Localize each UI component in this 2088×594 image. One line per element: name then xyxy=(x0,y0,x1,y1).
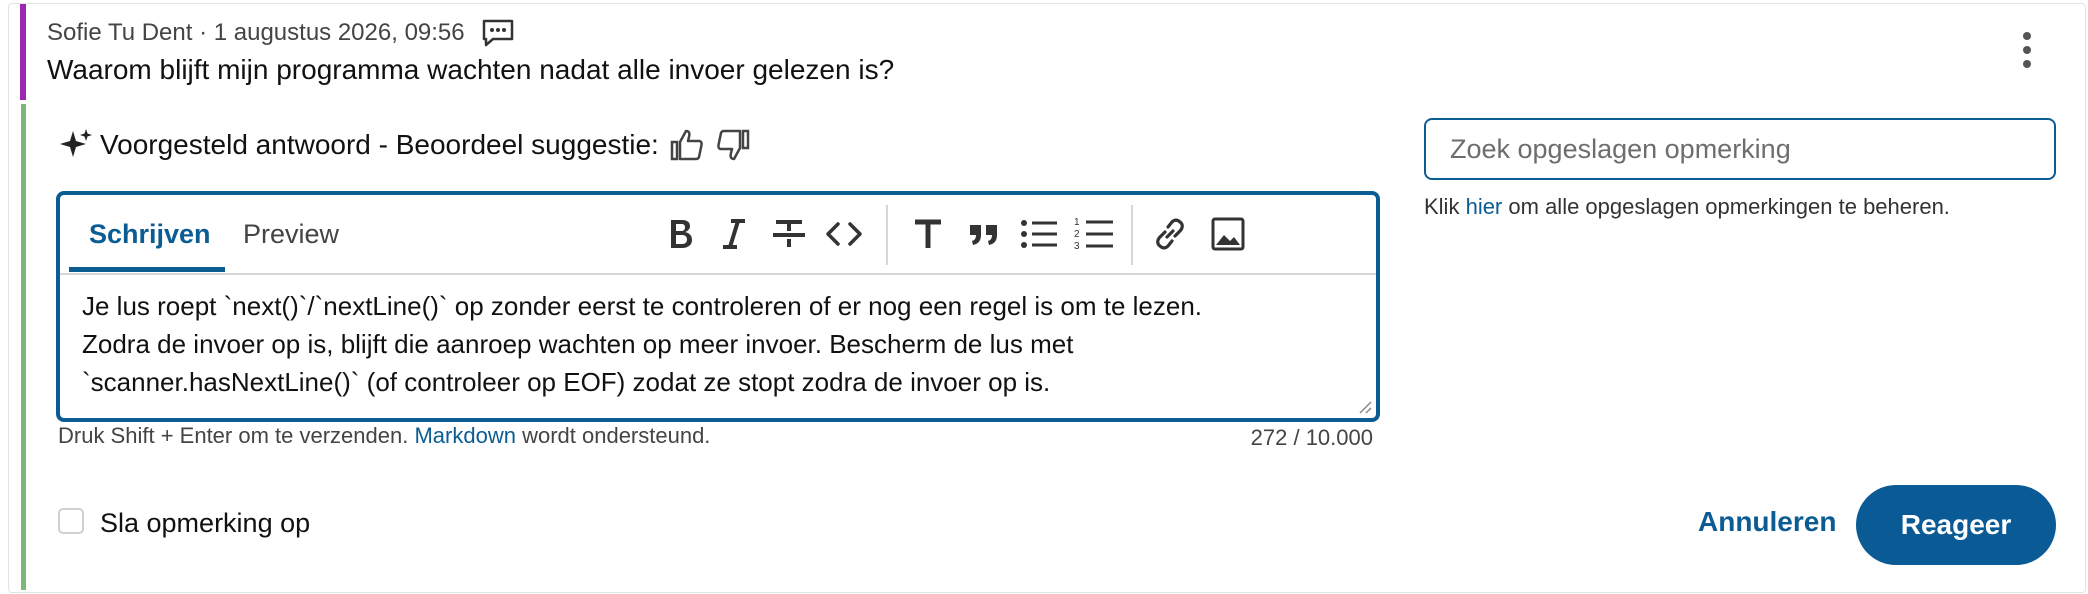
bold-icon[interactable] xyxy=(660,213,702,255)
italic-icon[interactable] xyxy=(713,213,755,255)
reply-textarea[interactable]: Je lus roept `next()`/`nextLine()` op zo… xyxy=(82,287,1352,401)
active-tab-indicator xyxy=(69,267,225,272)
strikethrough-icon[interactable] xyxy=(768,213,810,255)
reply-button[interactable]: Reageer xyxy=(1856,485,2056,565)
answer-accent-bar xyxy=(21,104,26,590)
comment-meta: Sofie Tu Dent · 1 augustus 2026, 09:56 xyxy=(47,18,515,48)
hint-text-after: wordt ondersteund. xyxy=(522,423,711,448)
markdown-link[interactable]: Markdown xyxy=(414,423,515,448)
svg-text:3: 3 xyxy=(1074,241,1080,252)
suggestion-header: Voorgesteld antwoord - Beoordeel suggest… xyxy=(58,127,751,163)
link-icon[interactable] xyxy=(1149,213,1191,255)
author-line: Sofie Tu Dent · 1 augustus 2026, 09:56 xyxy=(47,19,465,46)
sparkle-icon xyxy=(60,129,92,157)
editor-toolbar: Schrijven Preview 123 xyxy=(60,195,1376,275)
svg-text:1: 1 xyxy=(1074,217,1080,228)
tab-preview[interactable]: Preview xyxy=(243,219,339,250)
save-comment-label[interactable]: Sla opmerking op xyxy=(100,508,310,539)
reply-editor: Schrijven Preview 123 Je lus roept `next… xyxy=(56,191,1380,422)
manage-link[interactable]: hier xyxy=(1466,194,1503,219)
editor-hint: Druk Shift + Enter om te verzenden. Mark… xyxy=(58,423,710,449)
manage-text: Klik xyxy=(1424,194,1460,219)
comment-icon xyxy=(482,19,513,47)
thumbs-up-icon[interactable] xyxy=(669,127,705,163)
comment-question: Waarom blijft mijn programma wachten nad… xyxy=(47,54,895,85)
heading-icon[interactable] xyxy=(907,213,949,255)
thumbs-down-icon[interactable] xyxy=(715,127,751,163)
saved-comment-search-input[interactable] xyxy=(1424,118,2056,180)
numbered-list-icon[interactable]: 123 xyxy=(1073,213,1115,255)
toolbar-separator xyxy=(886,205,888,265)
tab-write[interactable]: Schrijven xyxy=(89,219,211,250)
resize-handle-icon[interactable] xyxy=(1358,400,1372,414)
hint-text: Druk Shift + Enter om te verzenden. xyxy=(58,423,409,448)
image-icon[interactable] xyxy=(1207,213,1249,255)
code-icon[interactable] xyxy=(823,213,865,255)
bulleted-list-icon[interactable] xyxy=(1018,213,1060,255)
character-counter: 272 / 10.000 xyxy=(1250,425,1373,450)
manage-text-after: om alle opgeslagen opmerkingen te behere… xyxy=(1508,194,1950,219)
suggestion-label: Voorgesteld antwoord - Beoordeel suggest… xyxy=(100,129,659,160)
save-comment-checkbox[interactable] xyxy=(58,508,84,534)
more-options-icon[interactable] xyxy=(2015,28,2039,72)
quote-icon[interactable] xyxy=(963,213,1005,255)
comment-accent-bar xyxy=(20,4,26,100)
cancel-button[interactable]: Annuleren xyxy=(1698,506,1836,538)
svg-text:2: 2 xyxy=(1074,229,1080,240)
toolbar-separator xyxy=(1131,205,1133,265)
manage-saved-comments: Klik hier om alle opgeslagen opmerkingen… xyxy=(1424,194,1950,220)
